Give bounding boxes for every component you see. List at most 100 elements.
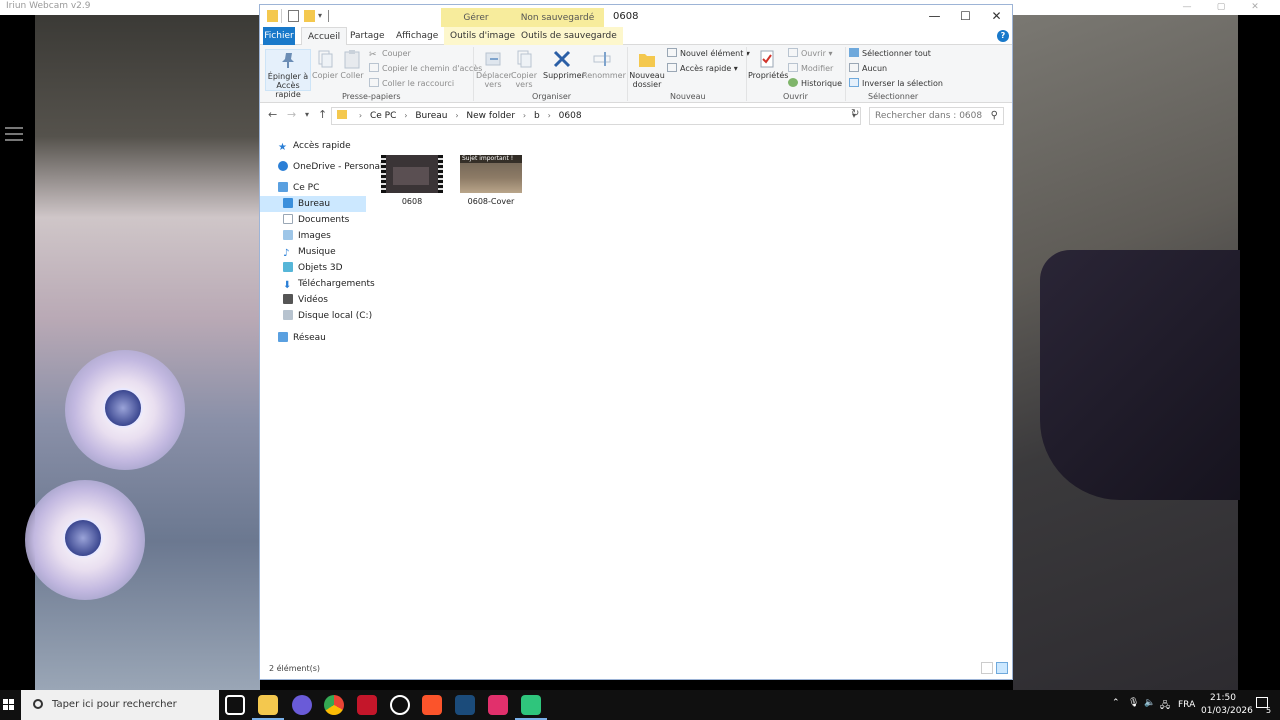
network-icon[interactable]: 🖧 bbox=[1160, 698, 1170, 714]
nav-item-videos[interactable]: Vidéos bbox=[260, 292, 366, 308]
nav-item-objets-3d[interactable]: Objets 3D bbox=[260, 260, 366, 276]
delete-button[interactable]: Supprimer bbox=[543, 49, 585, 80]
clock-date[interactable]: 01/03/2026 bbox=[1201, 706, 1253, 716]
tab-outils-image[interactable]: Outils d'image bbox=[444, 27, 522, 45]
rename-button[interactable]: Renommer bbox=[582, 49, 626, 80]
webcam-maximize-button[interactable]: ▢ bbox=[1204, 0, 1238, 15]
details-view-button[interactable] bbox=[981, 662, 993, 674]
back-button[interactable]: ← bbox=[268, 108, 277, 121]
start-button[interactable] bbox=[0, 690, 20, 720]
edit-button[interactable]: Modifier bbox=[788, 62, 833, 75]
tab-accueil[interactable]: Accueil bbox=[301, 27, 348, 45]
large-icons-view-button[interactable] bbox=[996, 662, 1008, 674]
minimize-button[interactable]: — bbox=[919, 5, 950, 27]
qat-dropdown-icon[interactable]: ▾ bbox=[318, 11, 322, 20]
download-icon: ⬇ bbox=[283, 280, 292, 291]
new-folder-qat-icon[interactable] bbox=[304, 10, 315, 22]
file-item-0608[interactable]: 0608 bbox=[372, 155, 452, 206]
nav-item-disque-local[interactable]: Disque local (C:) bbox=[260, 308, 372, 324]
pin-quick-access-button[interactable]: Épingler à Accès rapide bbox=[265, 49, 311, 99]
properties-label: Propriétés bbox=[748, 71, 789, 80]
computer-icon bbox=[278, 182, 288, 192]
copy-button[interactable]: Copier bbox=[312, 49, 338, 80]
nav-label: Images bbox=[298, 231, 331, 241]
history-button[interactable]: Historique bbox=[788, 77, 842, 90]
easy-access-dropdown[interactable]: Accès rapide ▾ bbox=[667, 62, 738, 75]
chevron-right-icon: › bbox=[404, 111, 408, 120]
refresh-icon[interactable]: ↻ bbox=[851, 108, 859, 119]
taskbar-search-box[interactable]: Taper ici pour rechercher bbox=[21, 690, 219, 720]
breadcrumb-bureau[interactable]: Bureau bbox=[415, 108, 447, 124]
group-label-nouveau: Nouveau bbox=[670, 92, 706, 101]
open-dropdown[interactable]: Ouvrir ▾ bbox=[788, 47, 832, 60]
properties-qat-icon[interactable] bbox=[288, 10, 299, 22]
nav-label: Documents bbox=[298, 215, 350, 225]
chrome-icon[interactable] bbox=[324, 695, 344, 715]
breadcrumb-ce-pc[interactable]: Ce PC bbox=[370, 108, 396, 124]
qat-separator bbox=[328, 10, 329, 22]
forward-button[interactable]: → bbox=[287, 108, 296, 121]
obs-icon[interactable] bbox=[390, 695, 410, 715]
tab-partage[interactable]: Partage bbox=[344, 27, 391, 45]
webcam-close-button[interactable]: ✕ bbox=[1238, 0, 1272, 15]
nav-item-bureau[interactable]: Bureau bbox=[260, 196, 366, 212]
pin-label-line1: Épingler à bbox=[267, 72, 309, 81]
invert-selection-button[interactable]: Inverser la sélection bbox=[849, 77, 943, 90]
maximize-button[interactable]: ☐ bbox=[950, 5, 981, 27]
select-all-button[interactable]: Sélectionner tout bbox=[849, 47, 931, 60]
cut-button[interactable]: ✂ Couper bbox=[369, 47, 411, 60]
iriun-webcam-taskbar-icon[interactable] bbox=[515, 695, 547, 720]
move-to-button[interactable]: Déplacer vers bbox=[476, 49, 512, 89]
help-icon[interactable]: ? bbox=[997, 30, 1009, 42]
nav-item-musique[interactable]: ♪ Musique bbox=[260, 244, 366, 260]
speaker-icon[interactable]: 🔈 bbox=[1144, 698, 1155, 708]
file-item-0608-cover[interactable]: Sujet important ! 0608-Cover bbox=[451, 155, 531, 206]
nav-item-reseau[interactable]: Réseau bbox=[260, 330, 366, 346]
search-input[interactable]: Rechercher dans : 0608 ⚲ bbox=[869, 107, 1004, 125]
nav-item-images[interactable]: Images bbox=[260, 228, 366, 244]
steam-icon[interactable] bbox=[455, 695, 475, 715]
adobe-acrobat-icon[interactable] bbox=[357, 695, 377, 715]
taskbar: Taper ici pour rechercher ⌃ 🎙 🔈 🖧 FRA 21… bbox=[0, 690, 1280, 720]
language-indicator[interactable]: FRA bbox=[1178, 700, 1195, 710]
nav-item-acces-rapide[interactable]: ★ Accès rapide bbox=[260, 138, 366, 154]
new-item-dropdown[interactable]: Nouvel élément ▾ bbox=[667, 47, 750, 60]
nav-item-ce-pc[interactable]: Ce PC bbox=[260, 180, 366, 196]
paste-shortcut-button[interactable]: Coller le raccourci bbox=[369, 77, 454, 90]
new-folder-button[interactable]: Nouveau dossier bbox=[629, 49, 665, 89]
close-button[interactable]: ✕ bbox=[981, 5, 1012, 27]
network-icon bbox=[278, 332, 288, 342]
nav-item-documents[interactable]: Documents bbox=[260, 212, 366, 228]
tab-affichage[interactable]: Affichage bbox=[390, 27, 444, 45]
webcam-minimize-button[interactable]: — bbox=[1170, 0, 1204, 15]
new-folder-icon bbox=[636, 49, 658, 69]
copy-to-label-line1: Copier bbox=[511, 71, 537, 80]
nav-label: Accès rapide bbox=[293, 141, 351, 151]
nav-item-telechargements[interactable]: ⬇ Téléchargements bbox=[260, 276, 375, 292]
recent-locations-dropdown[interactable]: ▾ bbox=[305, 110, 309, 119]
file-explorer-taskbar-icon[interactable] bbox=[252, 695, 284, 720]
up-button[interactable]: ↑ bbox=[318, 108, 327, 121]
tiktok-icon[interactable] bbox=[488, 695, 508, 715]
copy-path-button[interactable]: Copier le chemin d'accès bbox=[369, 62, 482, 75]
clock-time[interactable]: 21:50 bbox=[1210, 693, 1236, 703]
chevron-up-icon[interactable]: ⌃ bbox=[1112, 698, 1120, 708]
tab-outils-sauvegarde[interactable]: Outils de sauvegarde bbox=[515, 27, 623, 45]
microphone-icon[interactable]: 🎙 bbox=[1128, 698, 1139, 708]
select-none-button[interactable]: Aucun bbox=[849, 62, 887, 75]
easy-access-icon bbox=[667, 63, 677, 72]
webcam-menu-icon[interactable] bbox=[5, 127, 23, 145]
address-input[interactable]: › Ce PC › Bureau › New folder › b › 0608… bbox=[331, 107, 861, 125]
paste-button[interactable]: Coller bbox=[339, 49, 365, 80]
discord-icon[interactable] bbox=[292, 695, 312, 715]
breadcrumb-new-folder[interactable]: New folder bbox=[466, 108, 515, 124]
nav-item-onedrive[interactable]: OneDrive - Personal bbox=[260, 159, 383, 175]
properties-button[interactable]: Propriétés bbox=[748, 49, 789, 80]
task-view-icon[interactable] bbox=[225, 695, 245, 715]
select-none-icon bbox=[849, 63, 859, 72]
brave-icon[interactable] bbox=[422, 695, 442, 715]
copy-to-button[interactable]: Copier vers bbox=[508, 49, 540, 89]
breadcrumb-b[interactable]: b bbox=[534, 108, 540, 124]
tab-fichier[interactable]: Fichier bbox=[263, 27, 295, 45]
breadcrumb-0608[interactable]: 0608 bbox=[559, 108, 582, 124]
